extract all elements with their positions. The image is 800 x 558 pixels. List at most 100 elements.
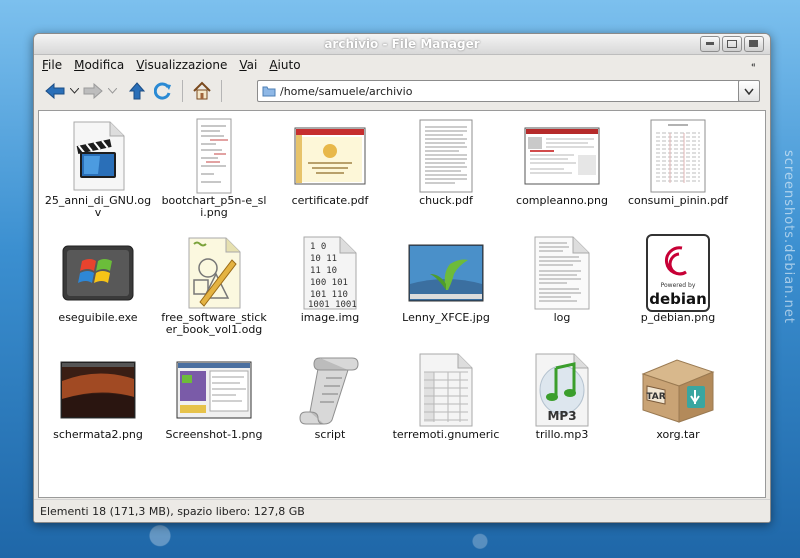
windows-executable-icon: [42, 234, 154, 312]
file-item[interactable]: terremoti.gnumeric: [390, 345, 502, 462]
chevron-down-icon: [69, 88, 79, 94]
binary-line: 100 101: [310, 278, 348, 288]
file-view[interactable]: 25_anni_di_GNU.ogv bootchart_p5n-e_sli.p…: [38, 110, 766, 498]
debian-powered-text: Powered by: [661, 282, 696, 289]
file-name: xorg.tar: [656, 428, 700, 441]
menu-visualizzazione[interactable]: Visualizzazione: [136, 58, 227, 72]
file-item[interactable]: free_software_sticker_book_vol1.odg: [158, 228, 270, 345]
forward-button[interactable]: [80, 78, 106, 104]
file-name: script: [314, 428, 346, 441]
image-thumbnail-icon: [158, 351, 270, 429]
tar-archive-icon: TAR: [622, 351, 734, 429]
minimize-button[interactable]: [700, 36, 720, 52]
pdf-thumbnail-icon: [622, 117, 734, 195]
image-thumbnail-icon: [506, 117, 618, 195]
text-file-icon: [506, 234, 618, 312]
file-name: terremoti.gnumeric: [392, 428, 500, 441]
reload-icon: [154, 82, 171, 100]
file-name: bootchart_p5n-e_sli.png: [161, 194, 267, 219]
file-name: image.img: [300, 311, 360, 324]
title-bar[interactable]: archivio - File Manager: [34, 34, 770, 55]
back-icon: [45, 83, 65, 99]
script-scroll-icon: [274, 351, 386, 429]
chevron-down-icon: [744, 88, 754, 95]
toolbar: /home/samuele/archivio: [34, 75, 770, 107]
file-item[interactable]: eseguibile.exe: [42, 228, 154, 345]
binary-line: 1001 1001: [308, 300, 357, 310]
file-item[interactable]: TAR xorg.tar: [622, 345, 734, 462]
file-item[interactable]: 1 0 10 11 11 10 100 101 101 110 1001 100…: [274, 228, 386, 345]
menu-aiuto[interactable]: Aiuto: [269, 58, 300, 72]
maximize-button[interactable]: [722, 36, 742, 52]
mp3-audio-icon: MP3: [506, 351, 618, 429]
window-title: archivio - File Manager: [324, 37, 480, 51]
file-name: free_software_sticker_book_vol1.odg: [161, 311, 267, 336]
menubar-grip-icon[interactable]: ⁌: [751, 59, 757, 72]
file-name: Lenny_XFCE.jpg: [402, 311, 490, 324]
reload-button[interactable]: [150, 78, 176, 104]
home-icon: [193, 81, 211, 100]
spreadsheet-icon: [390, 351, 502, 429]
binary-line: 10 11: [310, 254, 337, 264]
location-bar[interactable]: /home/samuele/archivio: [257, 80, 741, 102]
file-name: log: [553, 311, 571, 324]
tar-label: TAR: [646, 392, 665, 402]
file-item[interactable]: script: [274, 345, 386, 462]
file-item[interactable]: log: [506, 228, 618, 345]
file-item[interactable]: certificate.pdf: [274, 111, 386, 228]
folder-icon: [262, 86, 276, 97]
mp3-label: MP3: [547, 409, 576, 423]
binary-line: 1 0: [310, 242, 326, 252]
chevron-down-icon: [107, 88, 117, 94]
pdf-thumbnail-icon: [274, 117, 386, 195]
file-name: schermata2.png: [53, 428, 143, 441]
pdf-thumbnail-icon: [390, 117, 502, 195]
menu-modifica[interactable]: Modifica: [74, 58, 124, 72]
menu-file[interactable]: File: [42, 58, 62, 72]
file-item[interactable]: chuck.pdf: [390, 111, 502, 228]
binary-line: 101 110: [310, 290, 348, 300]
menu-bar: File Modifica Visualizzazione Vai Aiuto …: [34, 55, 770, 75]
up-button[interactable]: [124, 78, 150, 104]
file-item[interactable]: Screenshot-1.png: [158, 345, 270, 462]
toolbar-separator: [182, 80, 183, 102]
file-name: consumi_pinin.pdf: [627, 194, 729, 207]
image-thumbnail-icon: [158, 117, 270, 195]
file-item[interactable]: MP3 trillo.mp3: [506, 345, 618, 462]
file-item[interactable]: consumi_pinin.pdf: [622, 111, 734, 228]
file-name: 25_anni_di_GNU.ogv: [44, 194, 152, 219]
file-name: p_debian.png: [640, 311, 716, 324]
file-manager-window: archivio - File Manager File Modifica Vi…: [33, 33, 771, 523]
file-name: chuck.pdf: [419, 194, 473, 207]
menu-vai[interactable]: Vai: [239, 58, 257, 72]
file-name: certificate.pdf: [291, 194, 369, 207]
toolbar-separator: [221, 80, 222, 102]
home-button[interactable]: [189, 78, 215, 104]
location-dropdown-button[interactable]: [738, 80, 760, 102]
debian-word-text: debian: [649, 290, 707, 308]
up-arrow-icon: [129, 82, 145, 100]
file-item[interactable]: bootchart_p5n-e_sli.png: [158, 111, 270, 228]
location-path[interactable]: /home/samuele/archivio: [280, 85, 412, 98]
disk-image-icon: 1 0 10 11 11 10 100 101 101 110 1001 100…: [274, 234, 386, 312]
forward-icon: [83, 83, 103, 99]
file-item[interactable]: compleanno.png: [506, 111, 618, 228]
wallpaper-watermark: screenshots.debian.net: [781, 150, 796, 324]
image-thumbnail-icon: [390, 234, 502, 312]
video-file-icon: [42, 117, 154, 195]
forward-history-dropdown[interactable]: [106, 78, 118, 104]
file-name: trillo.mp3: [535, 428, 589, 441]
file-item[interactable]: 25_anni_di_GNU.ogv: [42, 111, 154, 228]
file-item[interactable]: Lenny_XFCE.jpg: [390, 228, 502, 345]
close-button[interactable]: [744, 36, 764, 52]
binary-line: 11 10: [310, 266, 337, 276]
debian-logo-thumbnail-icon: Powered by debian: [622, 234, 734, 312]
back-history-dropdown[interactable]: [68, 78, 80, 104]
status-bar: Elementi 18 (171,3 MB), spazio libero: 1…: [34, 499, 770, 522]
file-name: eseguibile.exe: [58, 311, 138, 324]
image-thumbnail-icon: [42, 351, 154, 429]
back-button[interactable]: [42, 78, 68, 104]
file-item[interactable]: Powered by debian p_debian.png: [622, 228, 734, 345]
file-item[interactable]: schermata2.png: [42, 345, 154, 462]
drawing-document-icon: [158, 234, 270, 312]
